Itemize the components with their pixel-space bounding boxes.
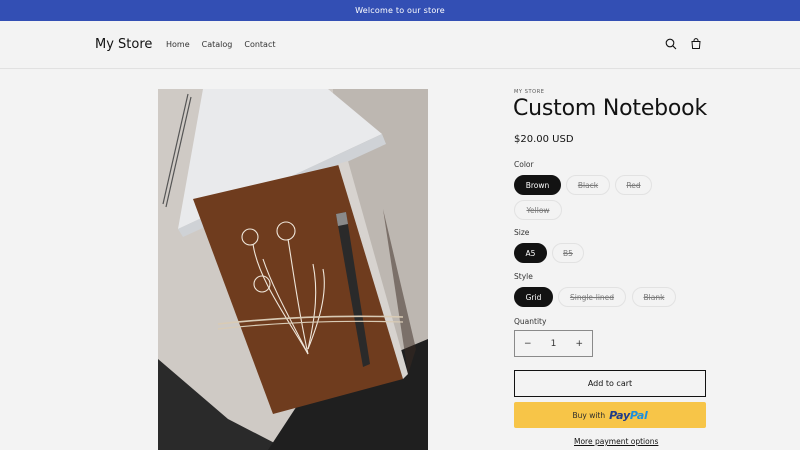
paypal-button[interactable]: Buy with PayPal: [514, 402, 706, 428]
paypal-prefix: Buy with: [572, 410, 606, 420]
nav-catalog[interactable]: Catalog: [202, 40, 233, 49]
size-label: Size: [514, 228, 530, 237]
quantity-plus-button[interactable]: +: [575, 339, 583, 349]
style-option-grid[interactable]: Grid: [514, 287, 553, 307]
color-option-brown[interactable]: Brown: [514, 175, 561, 195]
style-option-single-lined[interactable]: Single-lined: [558, 287, 626, 307]
product-vendor: MY STORE: [514, 89, 545, 95]
site-header: My Store Home Catalog Contact: [0, 21, 800, 69]
product-image[interactable]: [158, 89, 428, 450]
store-logo[interactable]: My Store: [95, 37, 152, 52]
color-option-black[interactable]: Black: [566, 175, 610, 195]
paypal-pal: Pal: [629, 408, 648, 422]
product-title: Custom Notebook: [513, 96, 707, 121]
nav-contact[interactable]: Contact: [244, 40, 275, 49]
cart-icon[interactable]: [689, 37, 703, 51]
color-option-yellow[interactable]: Yellow: [514, 200, 562, 220]
search-icon[interactable]: [664, 37, 678, 51]
paypal-pay: Pay: [609, 408, 630, 422]
announcement-bar: Welcome to our store: [0, 0, 800, 21]
paypal-logo: PayPal: [609, 408, 648, 422]
quantity-stepper: − 1 +: [514, 330, 593, 357]
more-payment-options-link[interactable]: More payment options: [574, 437, 658, 446]
style-option-blank[interactable]: Blank: [632, 287, 676, 307]
add-to-cart-button[interactable]: Add to cart: [514, 370, 706, 397]
nav-home[interactable]: Home: [166, 40, 190, 49]
size-option-b5[interactable]: B5: [552, 243, 584, 263]
color-option-red[interactable]: Red: [615, 175, 652, 195]
announcement-text: Welcome to our store: [355, 6, 445, 15]
color-label: Color: [514, 160, 534, 169]
quantity-label: Quantity: [514, 317, 547, 326]
size-option-a5[interactable]: A5: [514, 243, 547, 263]
style-label: Style: [514, 272, 533, 281]
product-price: $20.00 USD: [514, 134, 574, 145]
quantity-minus-button[interactable]: −: [524, 339, 532, 349]
quantity-input[interactable]: 1: [551, 339, 557, 349]
main-nav: Home Catalog Contact: [166, 40, 287, 49]
